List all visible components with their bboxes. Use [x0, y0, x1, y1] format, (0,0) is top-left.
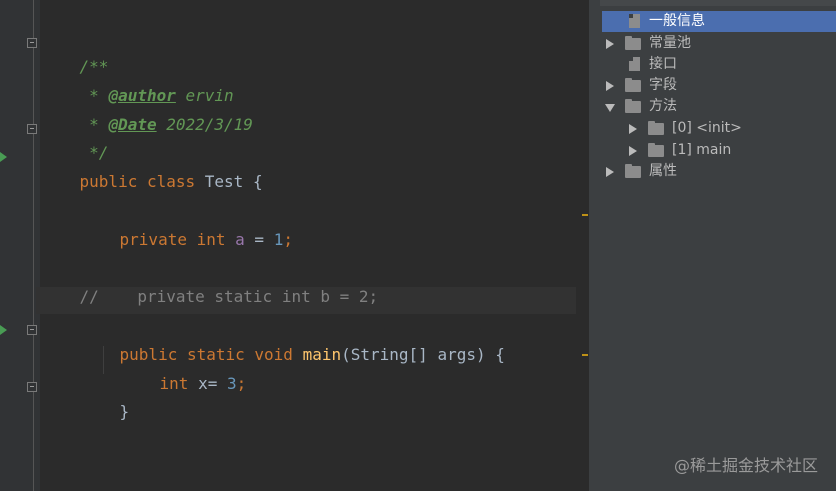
- tree-item-attributes[interactable]: 属性: [600, 161, 836, 182]
- keyword: private: [119, 230, 187, 249]
- semicolon: ;: [283, 230, 293, 249]
- fold-method-icon[interactable]: [27, 325, 37, 335]
- tree-item-general-info[interactable]: 一般信息: [602, 11, 836, 32]
- tree-item-label: 常量池: [649, 35, 691, 51]
- folder-icon: [625, 99, 641, 113]
- local-name: x: [188, 374, 208, 393]
- code-line-9[interactable]: // private static int b = 2;: [41, 261, 379, 306]
- tree-item-interfaces[interactable]: 接口: [600, 54, 836, 75]
- tree-item-label: [1] main: [672, 142, 732, 158]
- method-params: (String[] args) {: [341, 345, 505, 364]
- method-name: main: [302, 345, 342, 364]
- semicolon: ;: [236, 374, 247, 393]
- vertical-scrollbar[interactable]: [576, 0, 588, 491]
- folder-icon: [648, 121, 664, 135]
- run-class-icon[interactable]: [0, 152, 7, 162]
- fold-method-end-icon[interactable]: [27, 382, 37, 392]
- doc-date-tag: @Date: [108, 115, 157, 134]
- folder-icon: [625, 78, 641, 92]
- watermark: @稀土掘金技术社区: [673, 456, 818, 475]
- folder-icon: [648, 143, 664, 157]
- code-line-5[interactable]: public class Test {: [41, 146, 263, 191]
- folder-icon: [625, 36, 641, 50]
- expand-arrow-icon[interactable]: [606, 81, 614, 91]
- tree-item-method-main[interactable]: [1] main: [600, 140, 836, 161]
- tree-item-label: 方法: [649, 98, 677, 114]
- line-comment: // private static int b = 2;: [79, 287, 379, 306]
- field-name: a: [225, 230, 245, 249]
- keyword: class: [146, 172, 196, 191]
- code-line-13[interactable]: }: [81, 376, 130, 421]
- tree-item-methods[interactable]: 方法: [600, 96, 836, 117]
- brace: }: [119, 402, 130, 421]
- gutter-divider: [33, 0, 34, 491]
- keyword: int: [159, 374, 189, 393]
- expand-arrow-icon[interactable]: [606, 39, 614, 49]
- tree-item-constant-pool[interactable]: 常量池: [600, 33, 836, 54]
- tree-item-method-init[interactable]: [0] <init>: [600, 118, 836, 139]
- fold-doc-end-icon[interactable]: [27, 124, 37, 134]
- keyword: void: [254, 345, 293, 364]
- code-line-11[interactable]: public static void main(String[] args) {: [81, 319, 505, 364]
- expand-arrow-icon[interactable]: [629, 146, 637, 156]
- keyword: public: [79, 172, 138, 191]
- editor-gutter: [0, 0, 40, 491]
- doc-date-value: 2022/3/19: [156, 115, 253, 134]
- code-line-16[interactable]: }: [41, 463, 90, 491]
- tree-item-label: 接口: [649, 56, 677, 72]
- code-line-1[interactable]: /**: [41, 31, 109, 76]
- operator: =: [244, 230, 274, 249]
- expand-arrow-icon[interactable]: [629, 124, 637, 134]
- tree-item-fields[interactable]: 字段: [600, 75, 836, 96]
- tree-item-label: 字段: [649, 77, 677, 93]
- expand-arrow-icon[interactable]: [606, 167, 614, 177]
- tree-item-label: 属性: [649, 163, 677, 179]
- code-line-12[interactable]: int x= 3;: [121, 348, 247, 393]
- file-icon: [629, 57, 640, 71]
- operator: =: [207, 374, 227, 393]
- code-line-2[interactable]: * @author ervin: [41, 60, 234, 105]
- number-literal: 3: [226, 374, 237, 393]
- code-editor[interactable]: /** * @author ervin * @Date 2022/3/19 */…: [0, 0, 588, 491]
- code-line-3[interactable]: * @Date 2022/3/19: [41, 89, 253, 134]
- panel-header-strip: [600, 0, 836, 6]
- collapse-arrow-icon[interactable]: [605, 104, 615, 112]
- folder-icon: [625, 164, 641, 178]
- class-name: Test {: [195, 172, 263, 191]
- tree-item-label: 一般信息: [649, 13, 705, 29]
- file-icon: [629, 14, 640, 28]
- code-line-4[interactable]: */: [41, 117, 108, 162]
- number-literal: 1: [273, 230, 284, 249]
- tree-item-label: [0] <init>: [672, 120, 742, 136]
- code-line-7[interactable]: private int a = 1;: [81, 204, 293, 249]
- keyword: int: [196, 230, 226, 249]
- fold-doc-icon[interactable]: [27, 38, 37, 48]
- run-main-icon[interactable]: [0, 325, 7, 335]
- bytecode-tree-panel: 一般信息 常量池 接口 字段 方法 [0] <init> [1] main 属性: [600, 0, 836, 491]
